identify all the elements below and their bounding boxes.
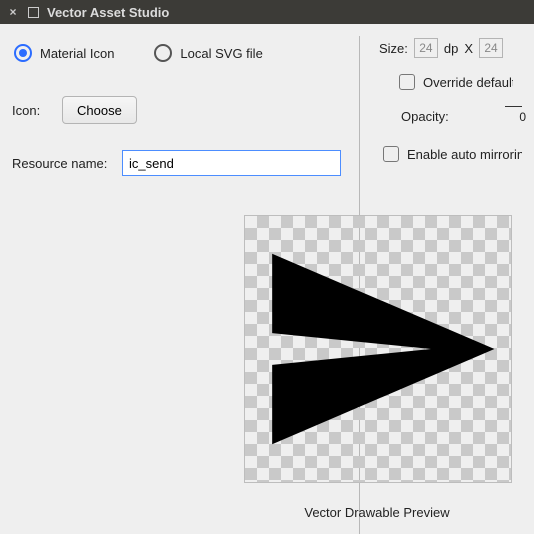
size-unit: dp	[444, 41, 458, 56]
size-height-input[interactable]: 24	[479, 38, 503, 58]
radio-svg-label: Local SVG file	[180, 46, 262, 61]
close-icon[interactable]: ×	[6, 5, 20, 19]
override-size-checkbox[interactable]: Override default size from Material Desi…	[399, 74, 522, 90]
preview-caption: Vector Drawable Preview	[244, 505, 510, 520]
icon-label: Icon:	[12, 103, 52, 118]
opacity-value: 0	[519, 110, 526, 124]
send-icon	[251, 222, 505, 476]
auto-mirror-label: Enable auto mirroring for RTL layout	[407, 147, 522, 162]
opacity-label: Opacity:	[401, 109, 449, 124]
vector-preview	[244, 215, 512, 483]
auto-mirror-checkbox[interactable]: Enable auto mirroring for RTL layout	[383, 146, 522, 162]
size-row: Size: 24 dp X 24	[379, 38, 522, 58]
radio-material-label: Material Icon	[40, 46, 114, 61]
size-label: Size:	[379, 41, 408, 56]
radio-material-icon[interactable]: Material Icon	[14, 44, 114, 62]
radio-selected-icon	[14, 44, 32, 62]
opacity-slider[interactable]: 0	[457, 104, 522, 128]
checkbox-unchecked-icon	[383, 146, 399, 162]
size-separator: X	[464, 41, 473, 56]
checkbox-unchecked-icon	[399, 74, 415, 90]
size-width-input[interactable]: 24	[414, 38, 438, 58]
window-title: Vector Asset Studio	[47, 5, 169, 20]
radio-local-svg[interactable]: Local SVG file	[154, 44, 262, 62]
opacity-row: Opacity: 0	[401, 104, 522, 128]
override-size-label: Override default size from Material Desi…	[423, 75, 513, 90]
maximize-icon[interactable]	[28, 7, 39, 18]
choose-button[interactable]: Choose	[62, 96, 137, 124]
radio-unselected-icon	[154, 44, 172, 62]
resource-name-label: Resource name:	[12, 156, 112, 171]
source-radio-group: Material Icon Local SVG file	[14, 44, 355, 62]
resource-name-input[interactable]	[122, 150, 341, 176]
window-titlebar: × Vector Asset Studio	[0, 0, 534, 24]
